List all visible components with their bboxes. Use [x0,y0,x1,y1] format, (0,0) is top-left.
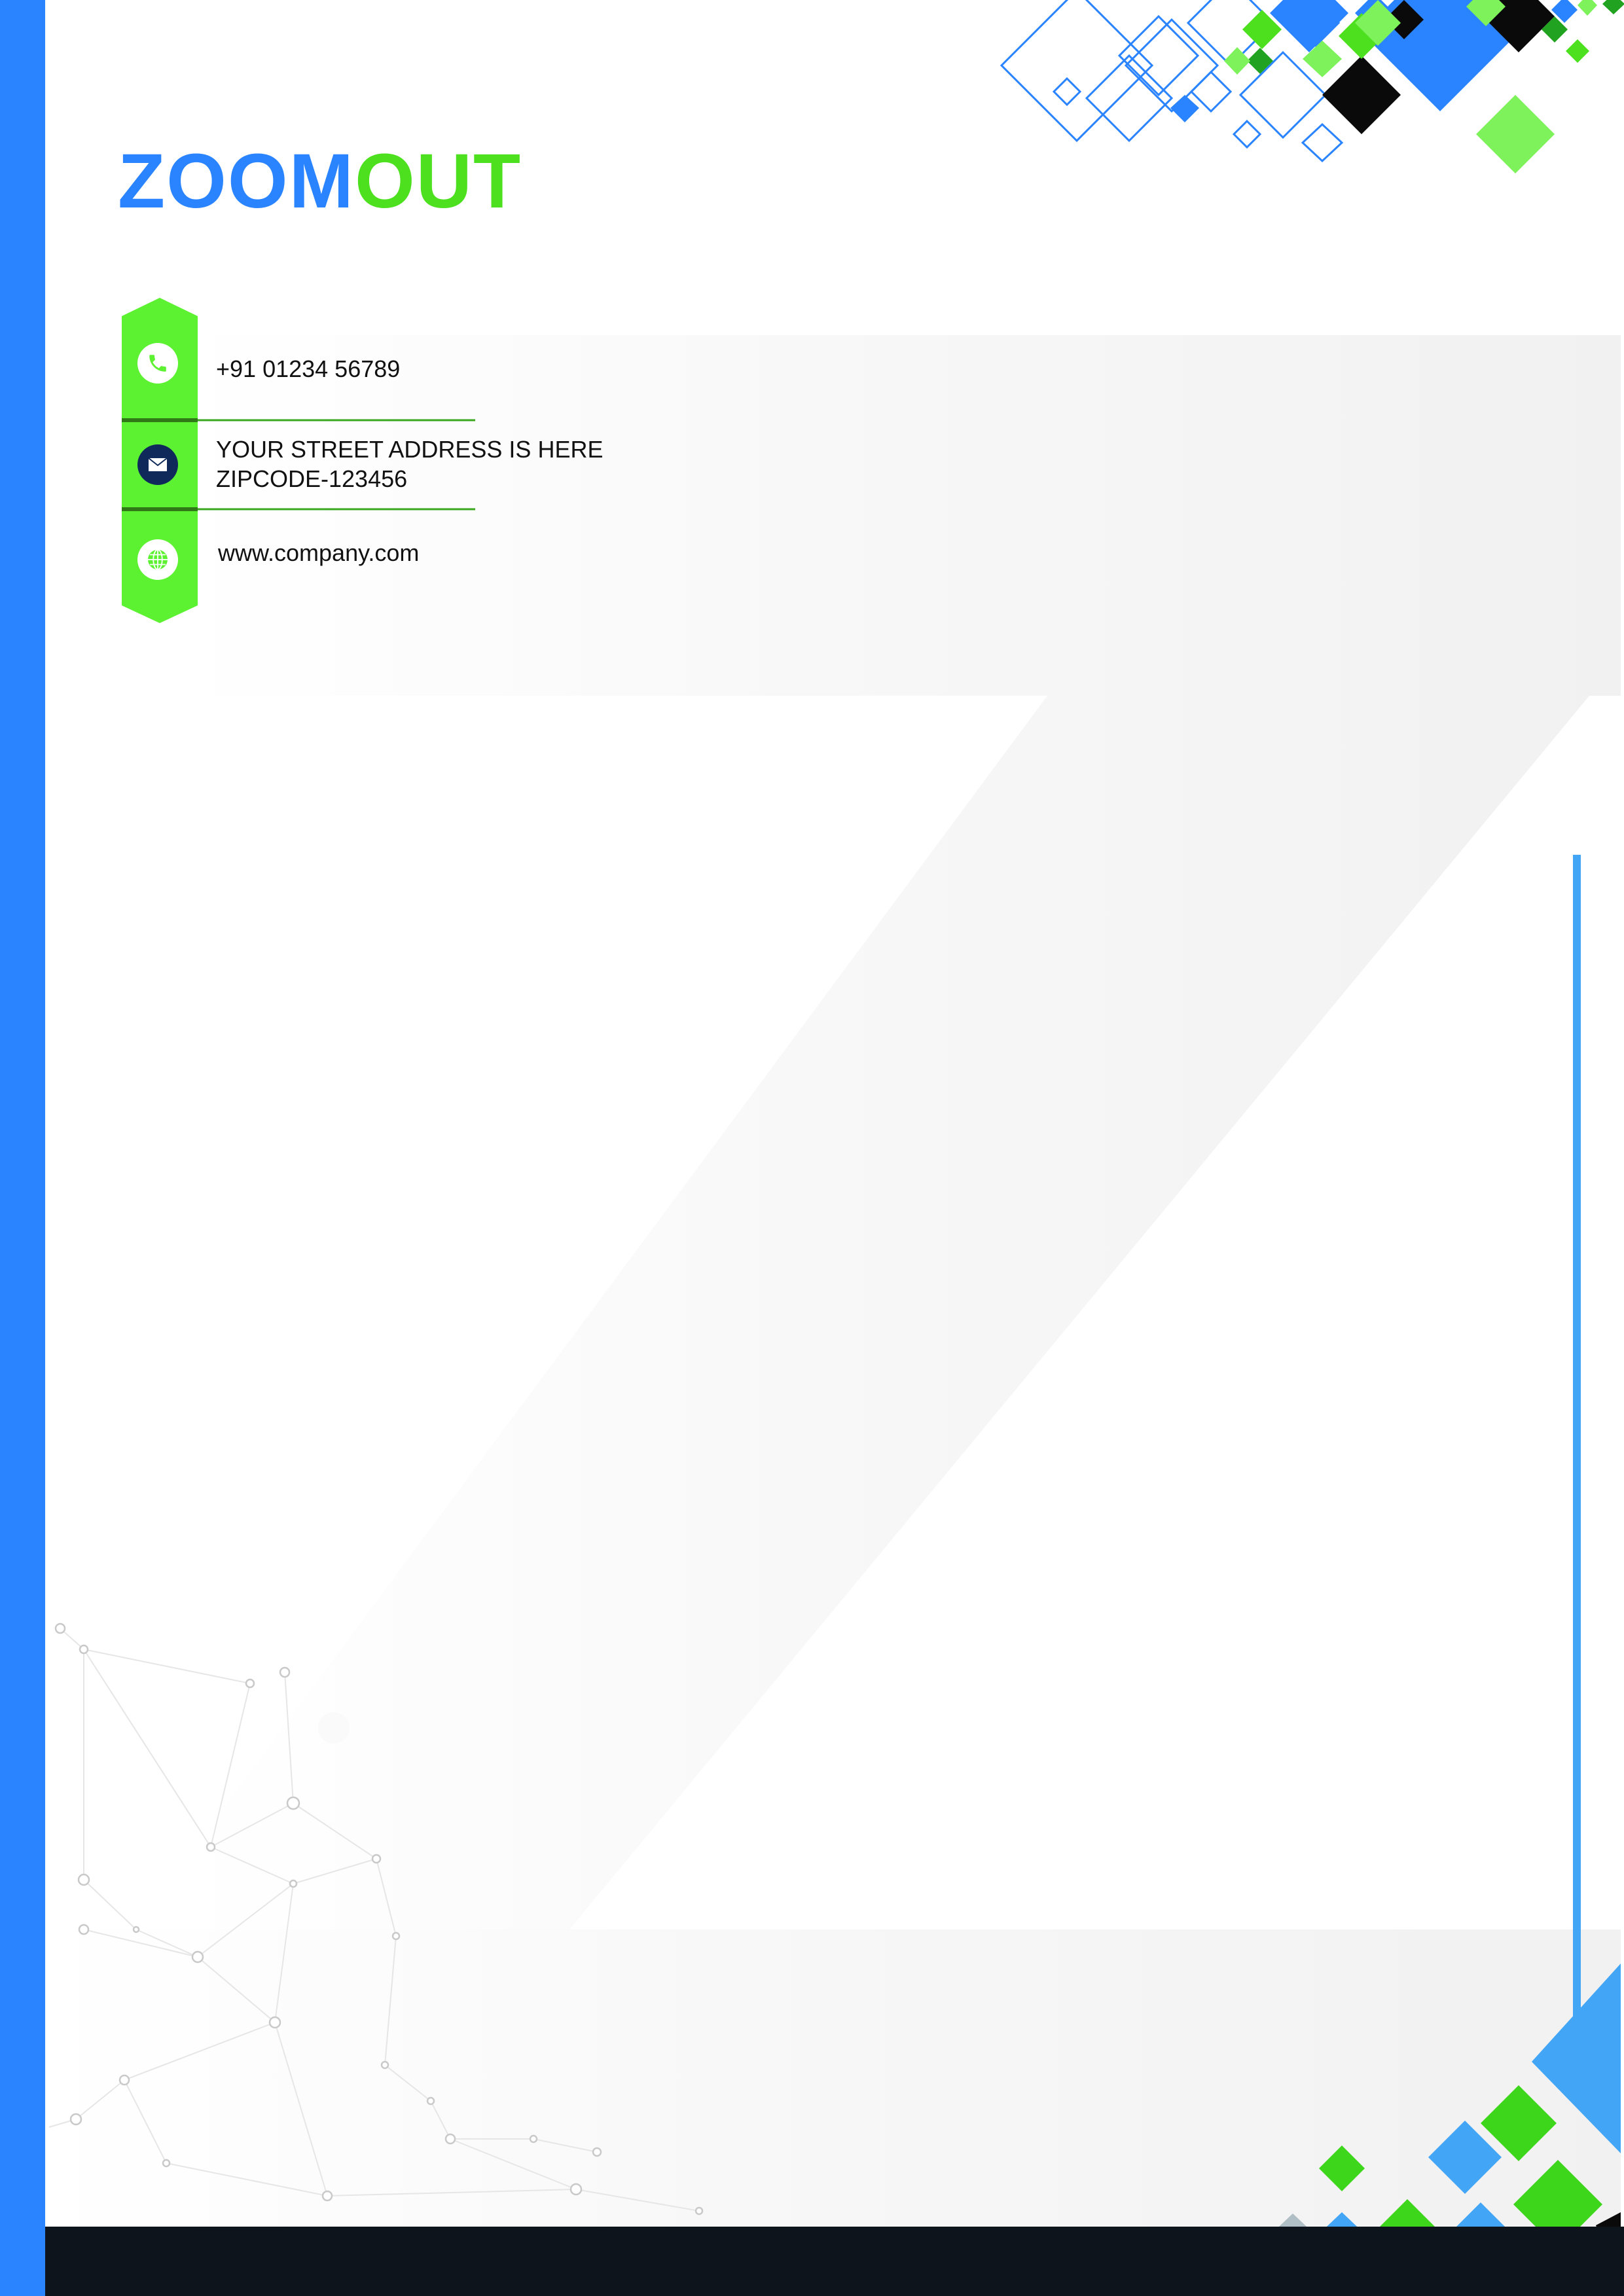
address-line1: YOUR STREET ADDRESS IS HERE [216,436,604,463]
footer-bar [45,2227,1624,2296]
website-link[interactable]: www.company.com [218,538,419,568]
logo-zoom: ZOOM [118,138,355,224]
left-accent-bar [0,0,45,2296]
globe-icon [137,539,178,580]
mail-icon [137,444,178,485]
right-accent-line [1573,855,1581,2033]
company-logo: ZOOMOUT [118,143,522,220]
address-line2: ZIPCODE-123456 [216,465,408,492]
phone-icon [137,343,178,384]
top-right-diamonds [1000,0,1624,173]
phone-number: +91 01234 56789 [216,355,401,382]
logo-out: OUT [354,138,522,224]
